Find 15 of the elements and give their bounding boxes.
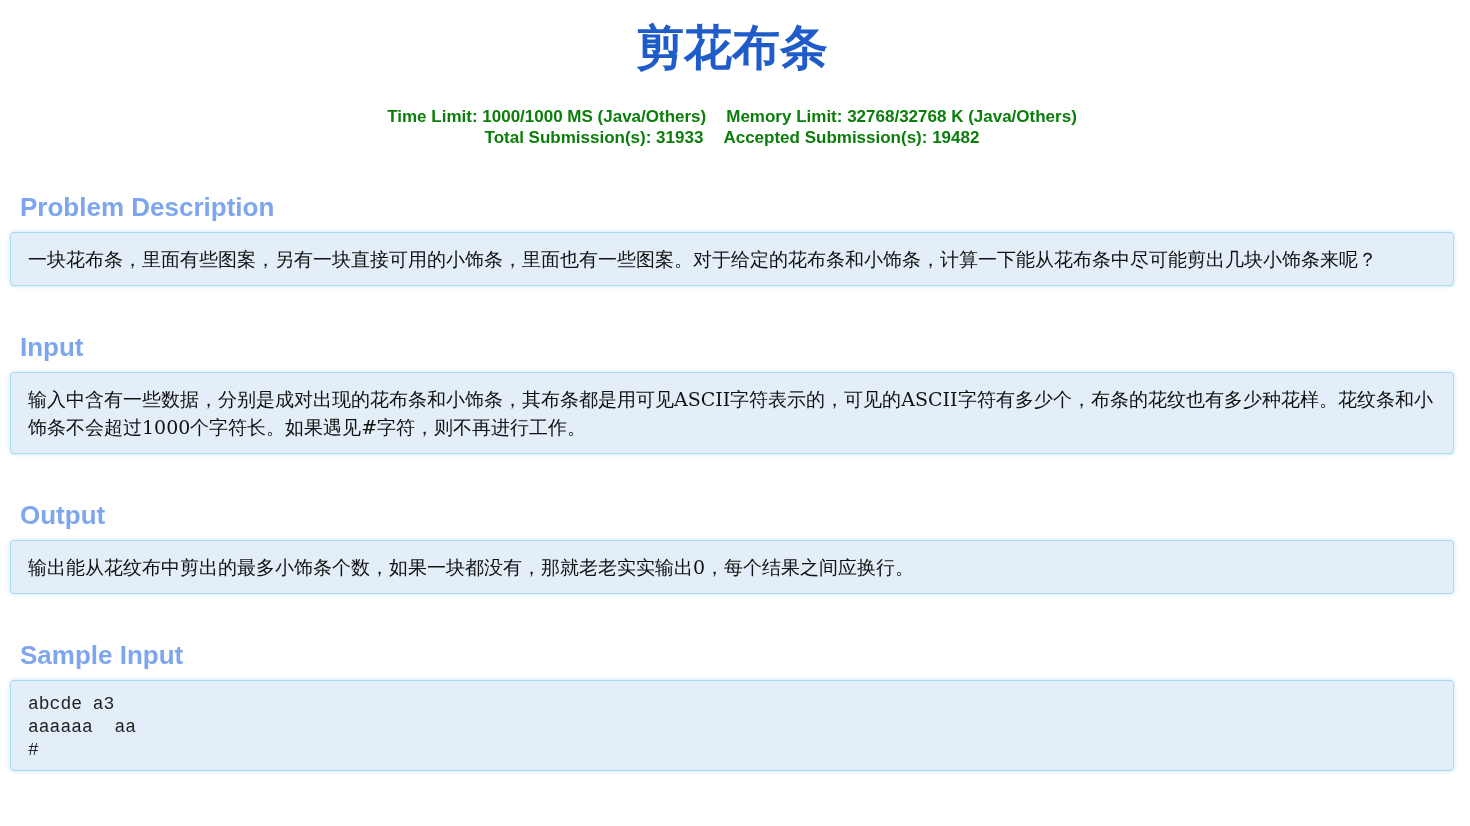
code-line: abcde a3 (28, 693, 116, 716)
limit-info: Total Submission(s): 31933 (484, 127, 704, 148)
section-heading: Input (20, 332, 85, 362)
limit-info: Time Limit: 1000/1000 MS (Java/Others) (387, 106, 707, 127)
section-text: 输出能从花纹布中剪出的最多小饰条个数，如果一块都没有，那就老老实实输出0，每个结果之间应换行。 (28, 555, 916, 580)
limit-info: Memory Limit: 32768/32768 K (Java/Others) (726, 106, 1077, 127)
section-heading: Problem Description (20, 192, 276, 222)
section-heading: Output (20, 500, 107, 530)
limit-info: Accepted Submission(s): 19482 (723, 127, 980, 148)
code-line: aaaaaa aa (28, 716, 138, 739)
section-text: 输入中含有一些数据，分别是成对出现的花布条和小饰条，其布条都是用可见ASCII字符表示的，可见的ASCII字符有多少个，布条的花纹也有多少种花样。花纹条和小饰条不会超过1000个字符长。如果遇见#字符，则不再进行工作。 (28, 387, 1434, 440)
problem-title: 剪花布条 (635, 18, 829, 77)
section-text: 一块花布条，里面有些图案，另有一块直接可用的小饰条，里面也有一些图案。对于给定的花布条和小饰条，计算一下能从花布条中尽可能剪出几块小饰条来呢？ (28, 247, 1378, 272)
code-line: # (28, 739, 40, 762)
section-heading: Sample Input (20, 640, 185, 670)
